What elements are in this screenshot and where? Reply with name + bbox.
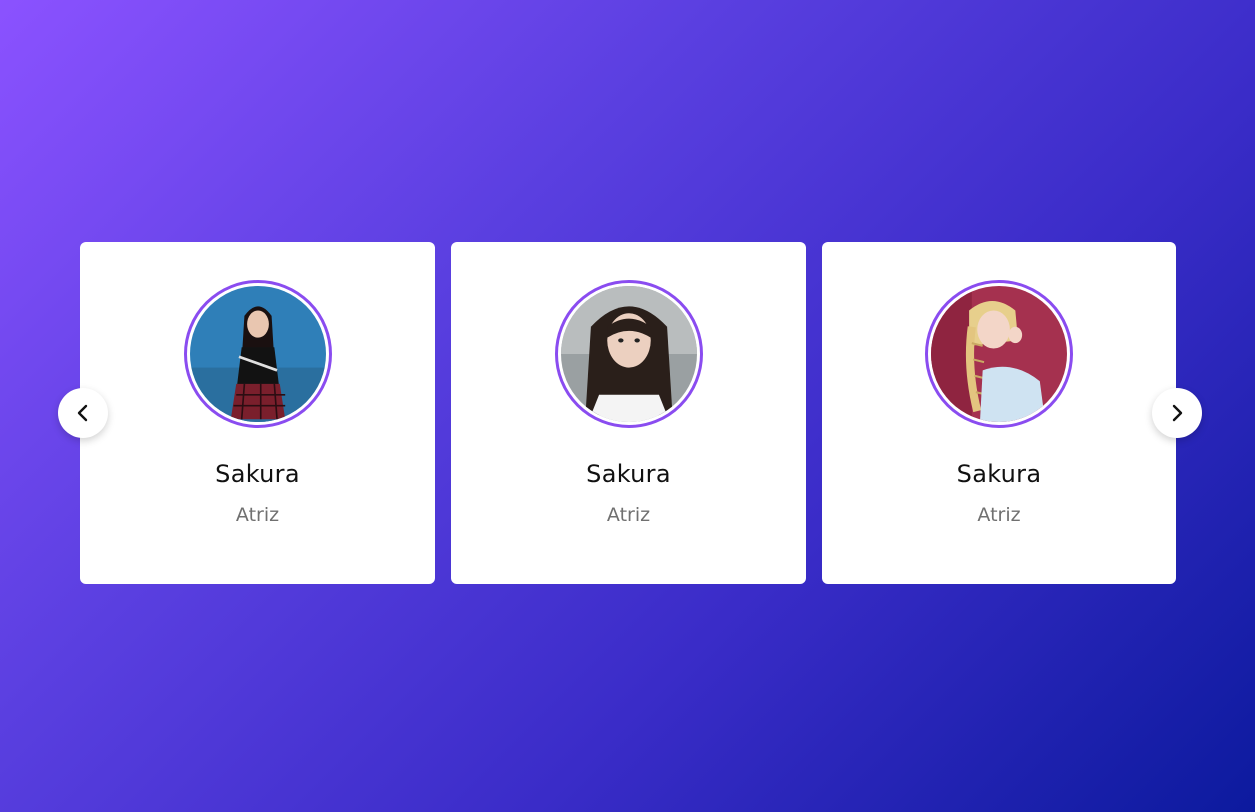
card-role: Atriz [977, 504, 1021, 526]
profile-card[interactable]: Sakura Atriz [80, 242, 435, 584]
next-button[interactable] [1152, 388, 1202, 438]
avatar-frame [183, 280, 332, 428]
avatar-frame [925, 280, 1073, 428]
card-role: Atriz [606, 504, 651, 526]
avatar [931, 286, 1067, 422]
card-role: Atriz [235, 504, 280, 526]
prev-button[interactable] [58, 388, 108, 438]
avatar-frame [554, 280, 703, 428]
chevron-right-icon [1170, 404, 1184, 422]
card-name: Sakura [586, 460, 671, 488]
profile-card[interactable]: Sakura Atriz [451, 242, 806, 584]
profile-card[interactable]: Sakura Atriz [822, 242, 1176, 584]
card-name: Sakura [215, 460, 300, 488]
chevron-left-icon [76, 404, 90, 422]
avatar [560, 286, 697, 422]
card-name: Sakura [956, 460, 1042, 488]
avatar [189, 286, 326, 422]
